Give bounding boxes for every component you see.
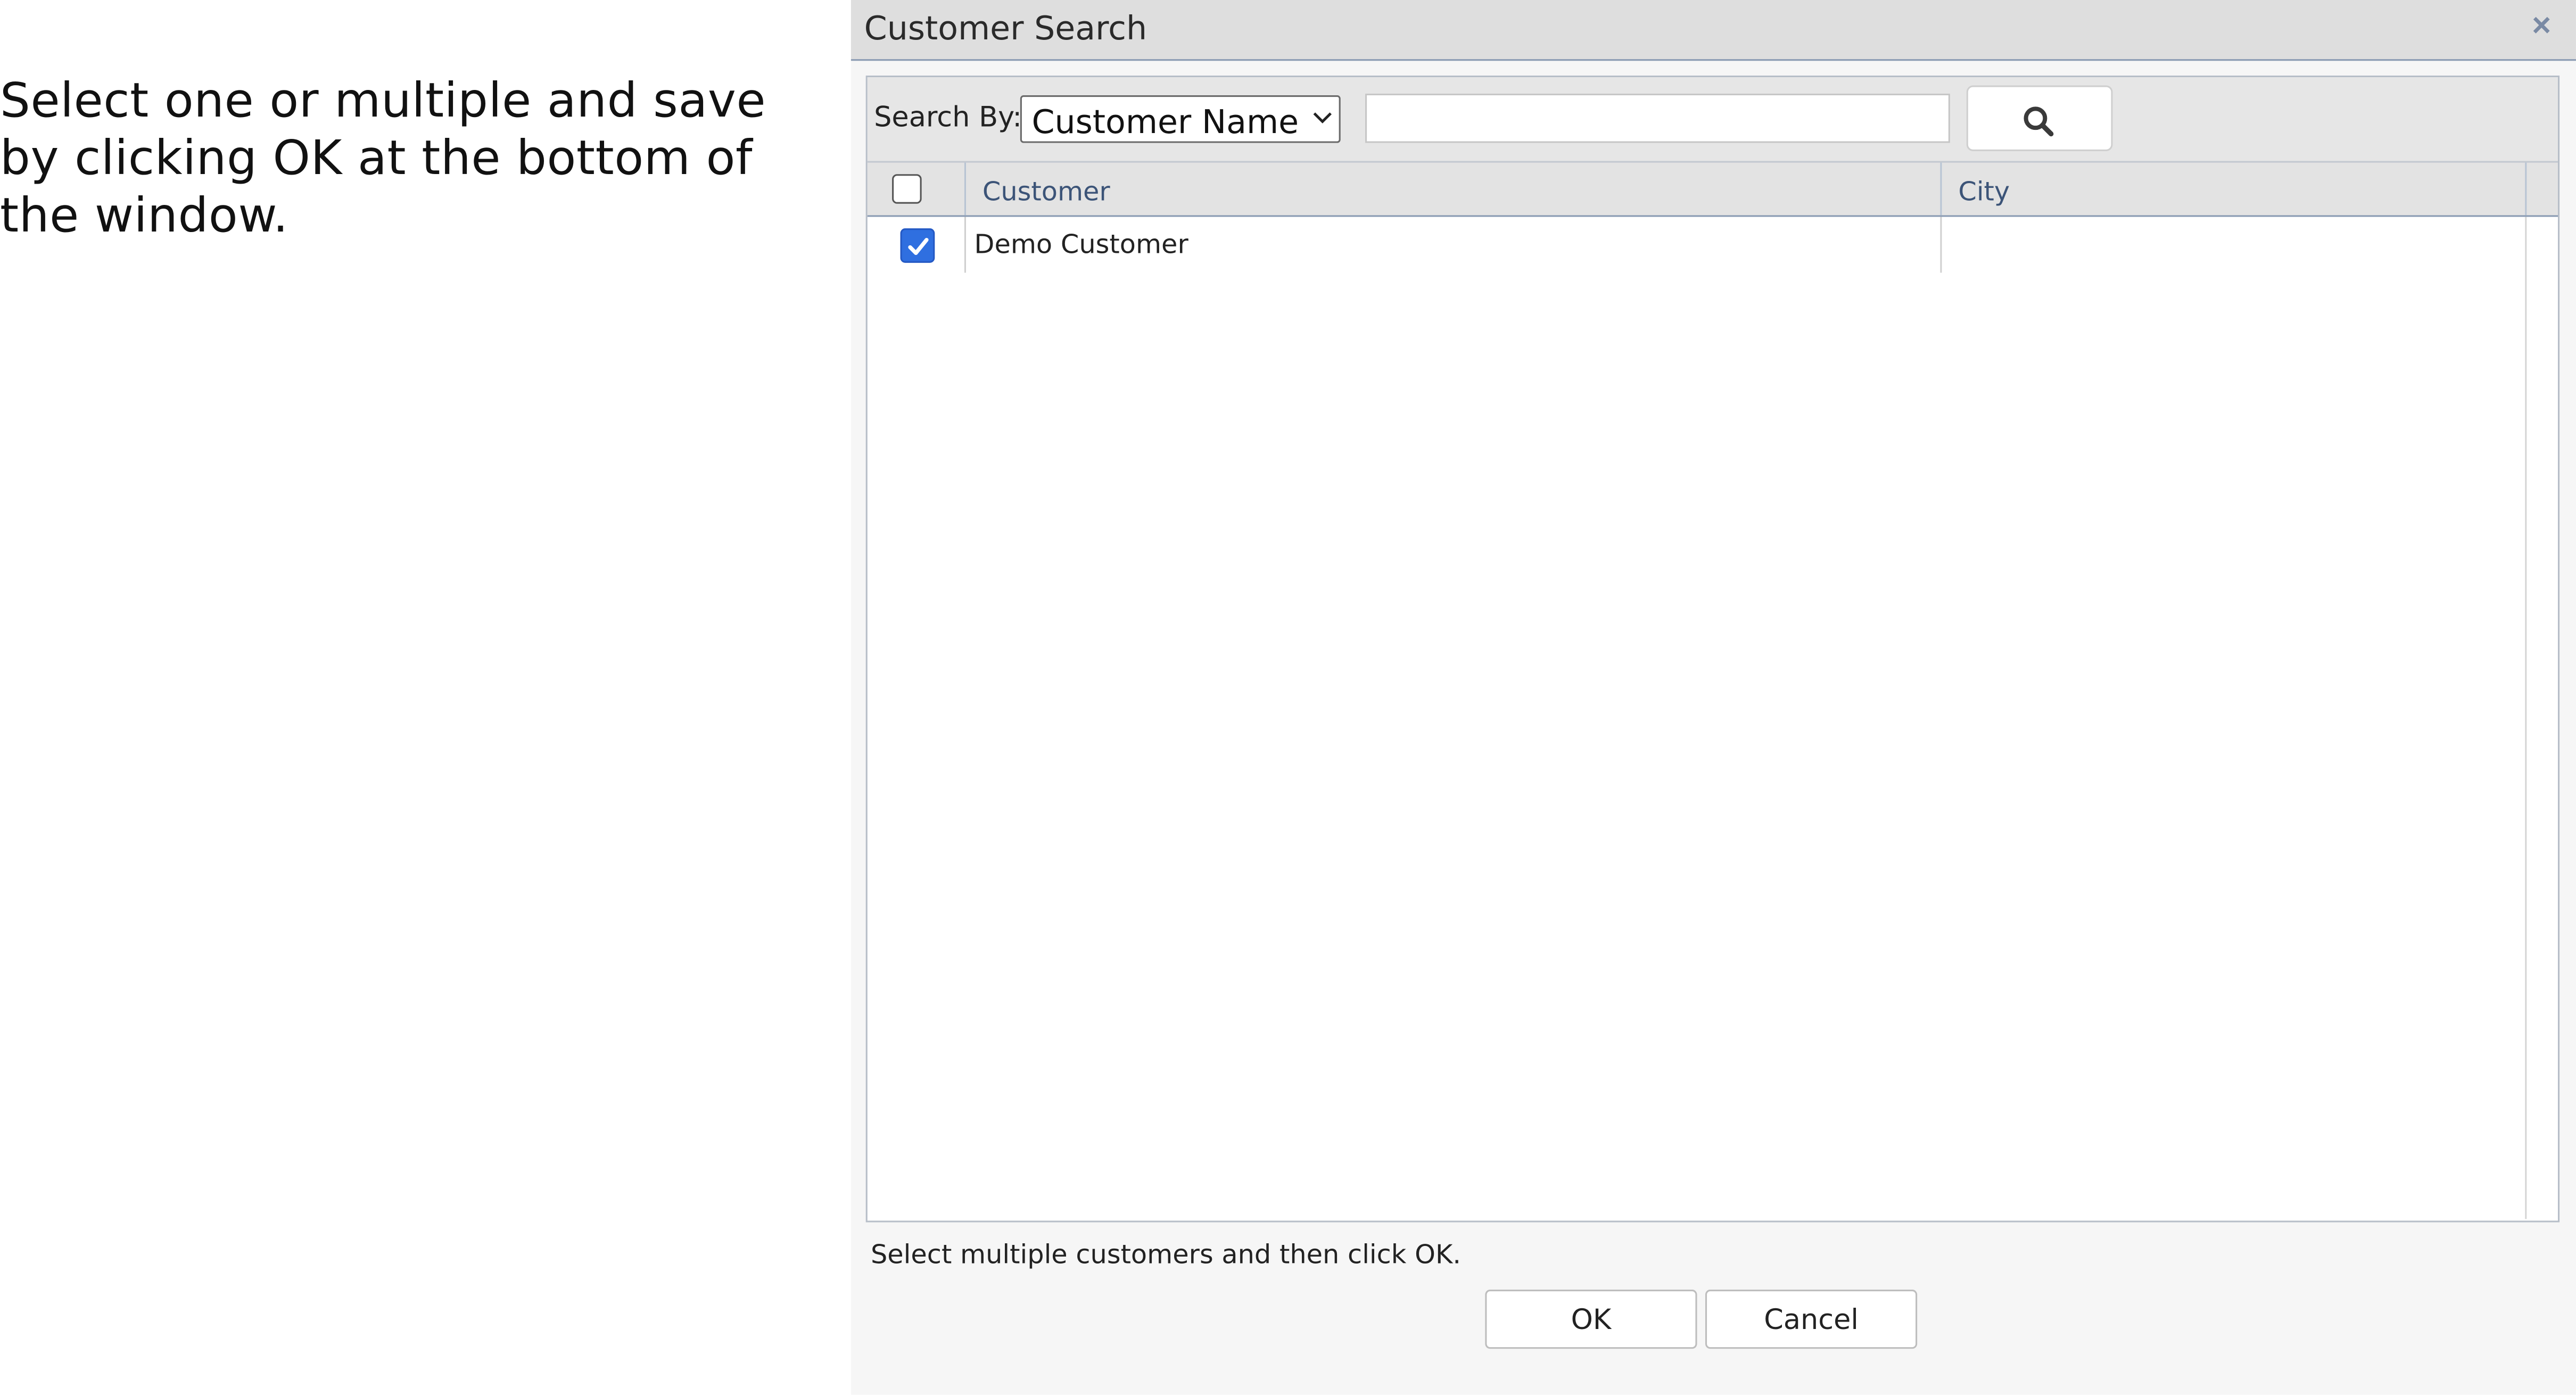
row-customer-name: Demo Customer — [974, 228, 1188, 260]
instruction-text: Select one or multiple and save by click… — [0, 72, 766, 243]
scrollbar-track[interactable] — [2525, 217, 2527, 1219]
cancel-button[interactable]: Cancel — [1705, 1290, 1918, 1349]
cancel-button-label: Cancel — [1764, 1304, 1859, 1338]
row-checkbox[interactable] — [900, 228, 935, 263]
row-city-cell — [1942, 217, 2527, 273]
ok-button-label: OK — [1571, 1304, 1612, 1338]
search-by-select[interactable]: Customer Name — [1020, 95, 1341, 143]
footer-hint: Select multiple customers and then click… — [870, 1239, 1462, 1270]
select-all-checkbox[interactable] — [892, 174, 922, 204]
column-header-select — [868, 162, 966, 216]
column-header-customer[interactable]: Customer — [966, 162, 1942, 216]
search-panel: Search By: Customer Name Customer City D… — [865, 75, 2560, 1223]
search-by-selected-value: Customer Name — [1031, 102, 1299, 142]
customer-search-dialog: Customer Search × Search By: Customer Na… — [851, 0, 2576, 1395]
checkmark-icon — [908, 237, 929, 255]
dialog-title: Customer Search — [864, 8, 1147, 48]
chevron-down-icon — [1313, 112, 1332, 123]
search-icon — [2024, 106, 2054, 137]
ok-button[interactable]: OK — [1485, 1290, 1697, 1349]
grid-body: Demo Customer — [868, 217, 2558, 1219]
search-input[interactable] — [1365, 93, 1950, 143]
grid-header: Customer City — [867, 161, 2558, 217]
search-toolbar: Search By: Customer Name — [867, 77, 2558, 161]
column-header-city[interactable]: City — [1942, 162, 2527, 216]
search-by-label: Search By: — [874, 102, 1022, 135]
screen: Select one or multiple and save by click… — [0, 0, 2576, 1395]
column-header-label: Customer — [982, 176, 1110, 207]
search-button[interactable] — [1966, 85, 2113, 151]
row-customer-cell: Demo Customer — [966, 217, 1942, 273]
column-header-label: City — [1958, 176, 2010, 207]
close-icon[interactable]: × — [2527, 8, 2556, 44]
row-select-cell — [868, 217, 966, 273]
table-row[interactable]: Demo Customer — [868, 217, 2527, 273]
dialog-titlebar: Customer Search × — [851, 0, 2576, 61]
